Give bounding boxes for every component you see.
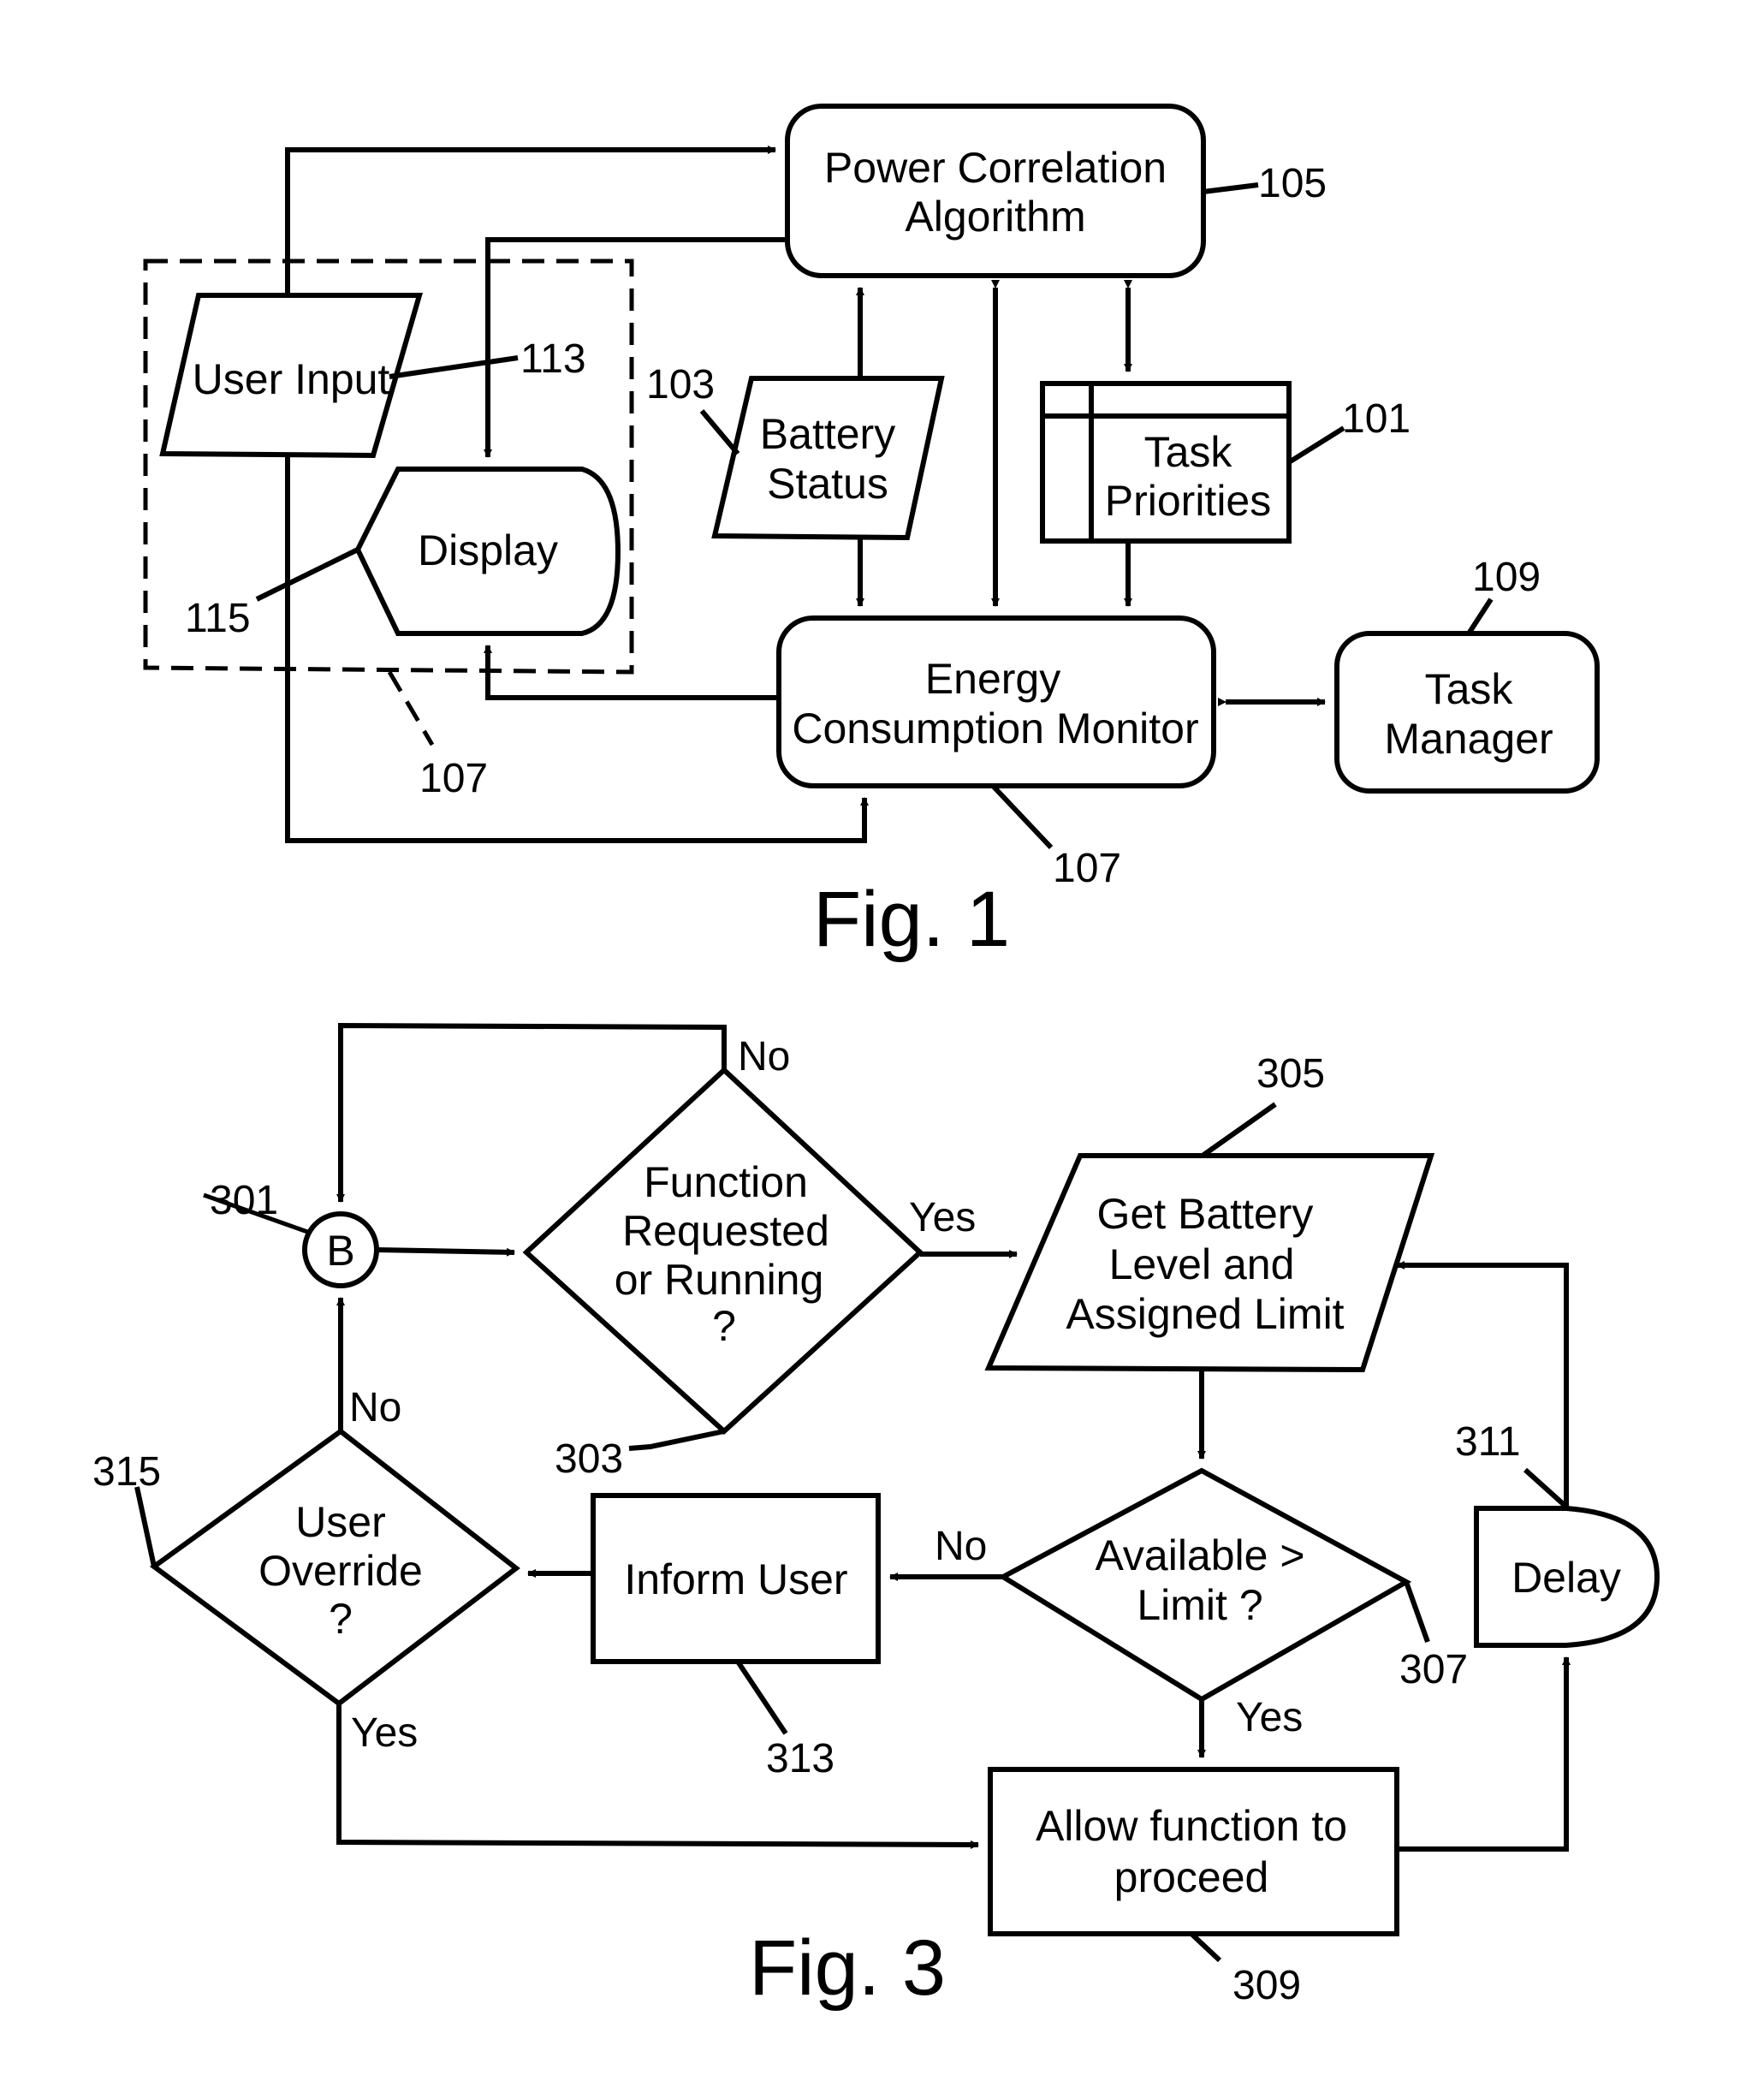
- ref-number: 113: [520, 336, 586, 382]
- leader-line: [387, 670, 435, 746]
- node-label: Available >: [1095, 1531, 1304, 1579]
- ref-number: 311: [1455, 1419, 1521, 1465]
- node-label: Consumption Monitor: [792, 705, 1198, 752]
- node-label: Inform User: [624, 1555, 847, 1603]
- figure-caption: Fig. 3: [749, 1924, 946, 2012]
- edge-label-function-no: No: [738, 1034, 790, 1079]
- leader-line: [134, 1486, 157, 1567]
- figure-3: B 301 Function Requested or Running ? 30…: [92, 1022, 1660, 2012]
- node-label: proceed: [1114, 1853, 1269, 1901]
- edge-label-override-yes: Yes: [351, 1710, 418, 1756]
- ref-number: 107: [1053, 846, 1121, 891]
- node-user-input: User Input: [159, 293, 423, 459]
- node-label: Priorities: [1105, 477, 1271, 525]
- node-label: Requested: [622, 1207, 829, 1255]
- edge-label-function-yes: Yes: [909, 1195, 976, 1240]
- edge-label-available-no: No: [935, 1524, 987, 1569]
- node-task-priorities: Task Priorities: [1040, 381, 1292, 544]
- node-user-override: User Override ?: [149, 1428, 520, 1707]
- ref-number: 105: [1258, 161, 1327, 206]
- node-battery-status: Battery Status: [711, 376, 945, 541]
- node-label: Level and: [1109, 1240, 1295, 1288]
- leader-line: [990, 783, 1054, 850]
- figure-1: Power Correlation Algorithm 105 107 User…: [143, 104, 1600, 963]
- node-display: Display: [354, 467, 621, 636]
- leader-line: [1189, 1931, 1222, 1963]
- node-label: Algorithm: [905, 193, 1085, 241]
- node-energy-monitor: Energy Consumption Monitor: [776, 615, 1216, 788]
- ref-number: 301: [210, 1178, 278, 1223]
- node-allow-function: Allow function to proceed: [988, 1767, 1399, 1936]
- leader-line: [1523, 1467, 1571, 1511]
- node-label: Get Battery: [1097, 1190, 1314, 1238]
- leader-line: [1404, 1580, 1430, 1644]
- figure-caption: Fig. 1: [813, 876, 1010, 963]
- leader-line: [735, 1660, 788, 1735]
- leader-line: [255, 547, 359, 602]
- node-power-correlation: Power Correlation Algorithm: [785, 104, 1206, 278]
- ref-number: 115: [185, 596, 251, 641]
- node-label: User: [295, 1498, 386, 1546]
- node-connector-b: B: [302, 1211, 379, 1288]
- ref-number: 313: [766, 1736, 834, 1781]
- node-label: ?: [712, 1302, 736, 1350]
- node-label: Limit ?: [1137, 1581, 1262, 1629]
- ref-number: 103: [646, 362, 715, 407]
- node-label: User Input: [193, 355, 390, 403]
- node-function-requested: Function Requested or Running ?: [522, 1066, 924, 1436]
- node-task-manager: Task Manager: [1334, 631, 1600, 794]
- node-available-limit: Available > Limit ?: [997, 1467, 1412, 1703]
- fig3-connectors: [336, 1022, 1571, 1852]
- edge-label-override-no: No: [349, 1385, 401, 1430]
- node-label: Function: [644, 1158, 808, 1206]
- leader-line: [628, 1429, 725, 1451]
- node-label: Battery: [760, 410, 895, 458]
- node-label: Allow function to: [1036, 1802, 1347, 1850]
- ref-number: 303: [555, 1436, 623, 1482]
- node-get-battery: Get Battery Level and Assigned Limit: [984, 1153, 1435, 1373]
- node-label: Delay: [1512, 1554, 1621, 1602]
- node-label: Task: [1425, 665, 1514, 713]
- node-label: ?: [329, 1595, 353, 1643]
- ref-number: 305: [1256, 1051, 1325, 1097]
- ref-number: 109: [1472, 555, 1541, 600]
- ref-number: 107: [419, 756, 488, 801]
- node-label: Assigned Limit: [1066, 1290, 1344, 1338]
- leader-line: [1287, 425, 1345, 465]
- node-label: Display: [418, 526, 558, 574]
- node-label: Manager: [1384, 715, 1553, 763]
- ref-number: 307: [1399, 1647, 1468, 1692]
- node-label: Energy: [925, 655, 1060, 703]
- edge-label-available-yes: Yes: [1236, 1695, 1303, 1740]
- leader-line: [389, 355, 519, 379]
- leader-line: [1203, 182, 1259, 194]
- node-label: B: [326, 1227, 354, 1275]
- node-inform-user: Inform User: [591, 1493, 881, 1664]
- node-label: Power Correlation: [824, 144, 1167, 192]
- ref-number: 309: [1232, 1963, 1301, 2008]
- node-label: or Running: [615, 1256, 824, 1304]
- node-delay: Delay: [1474, 1506, 1660, 1648]
- patent-figures: Power Correlation Algorithm 105 107 User…: [92, 104, 1660, 2012]
- leader-line: [1466, 598, 1494, 635]
- leader-line: [699, 409, 740, 455]
- ref-number: 101: [1342, 396, 1411, 442]
- node-label: Override: [258, 1547, 423, 1595]
- node-label: Task: [1144, 428, 1233, 476]
- node-label: Status: [767, 460, 888, 508]
- leader-line: [1201, 1102, 1277, 1158]
- ref-number: 315: [92, 1449, 161, 1495]
